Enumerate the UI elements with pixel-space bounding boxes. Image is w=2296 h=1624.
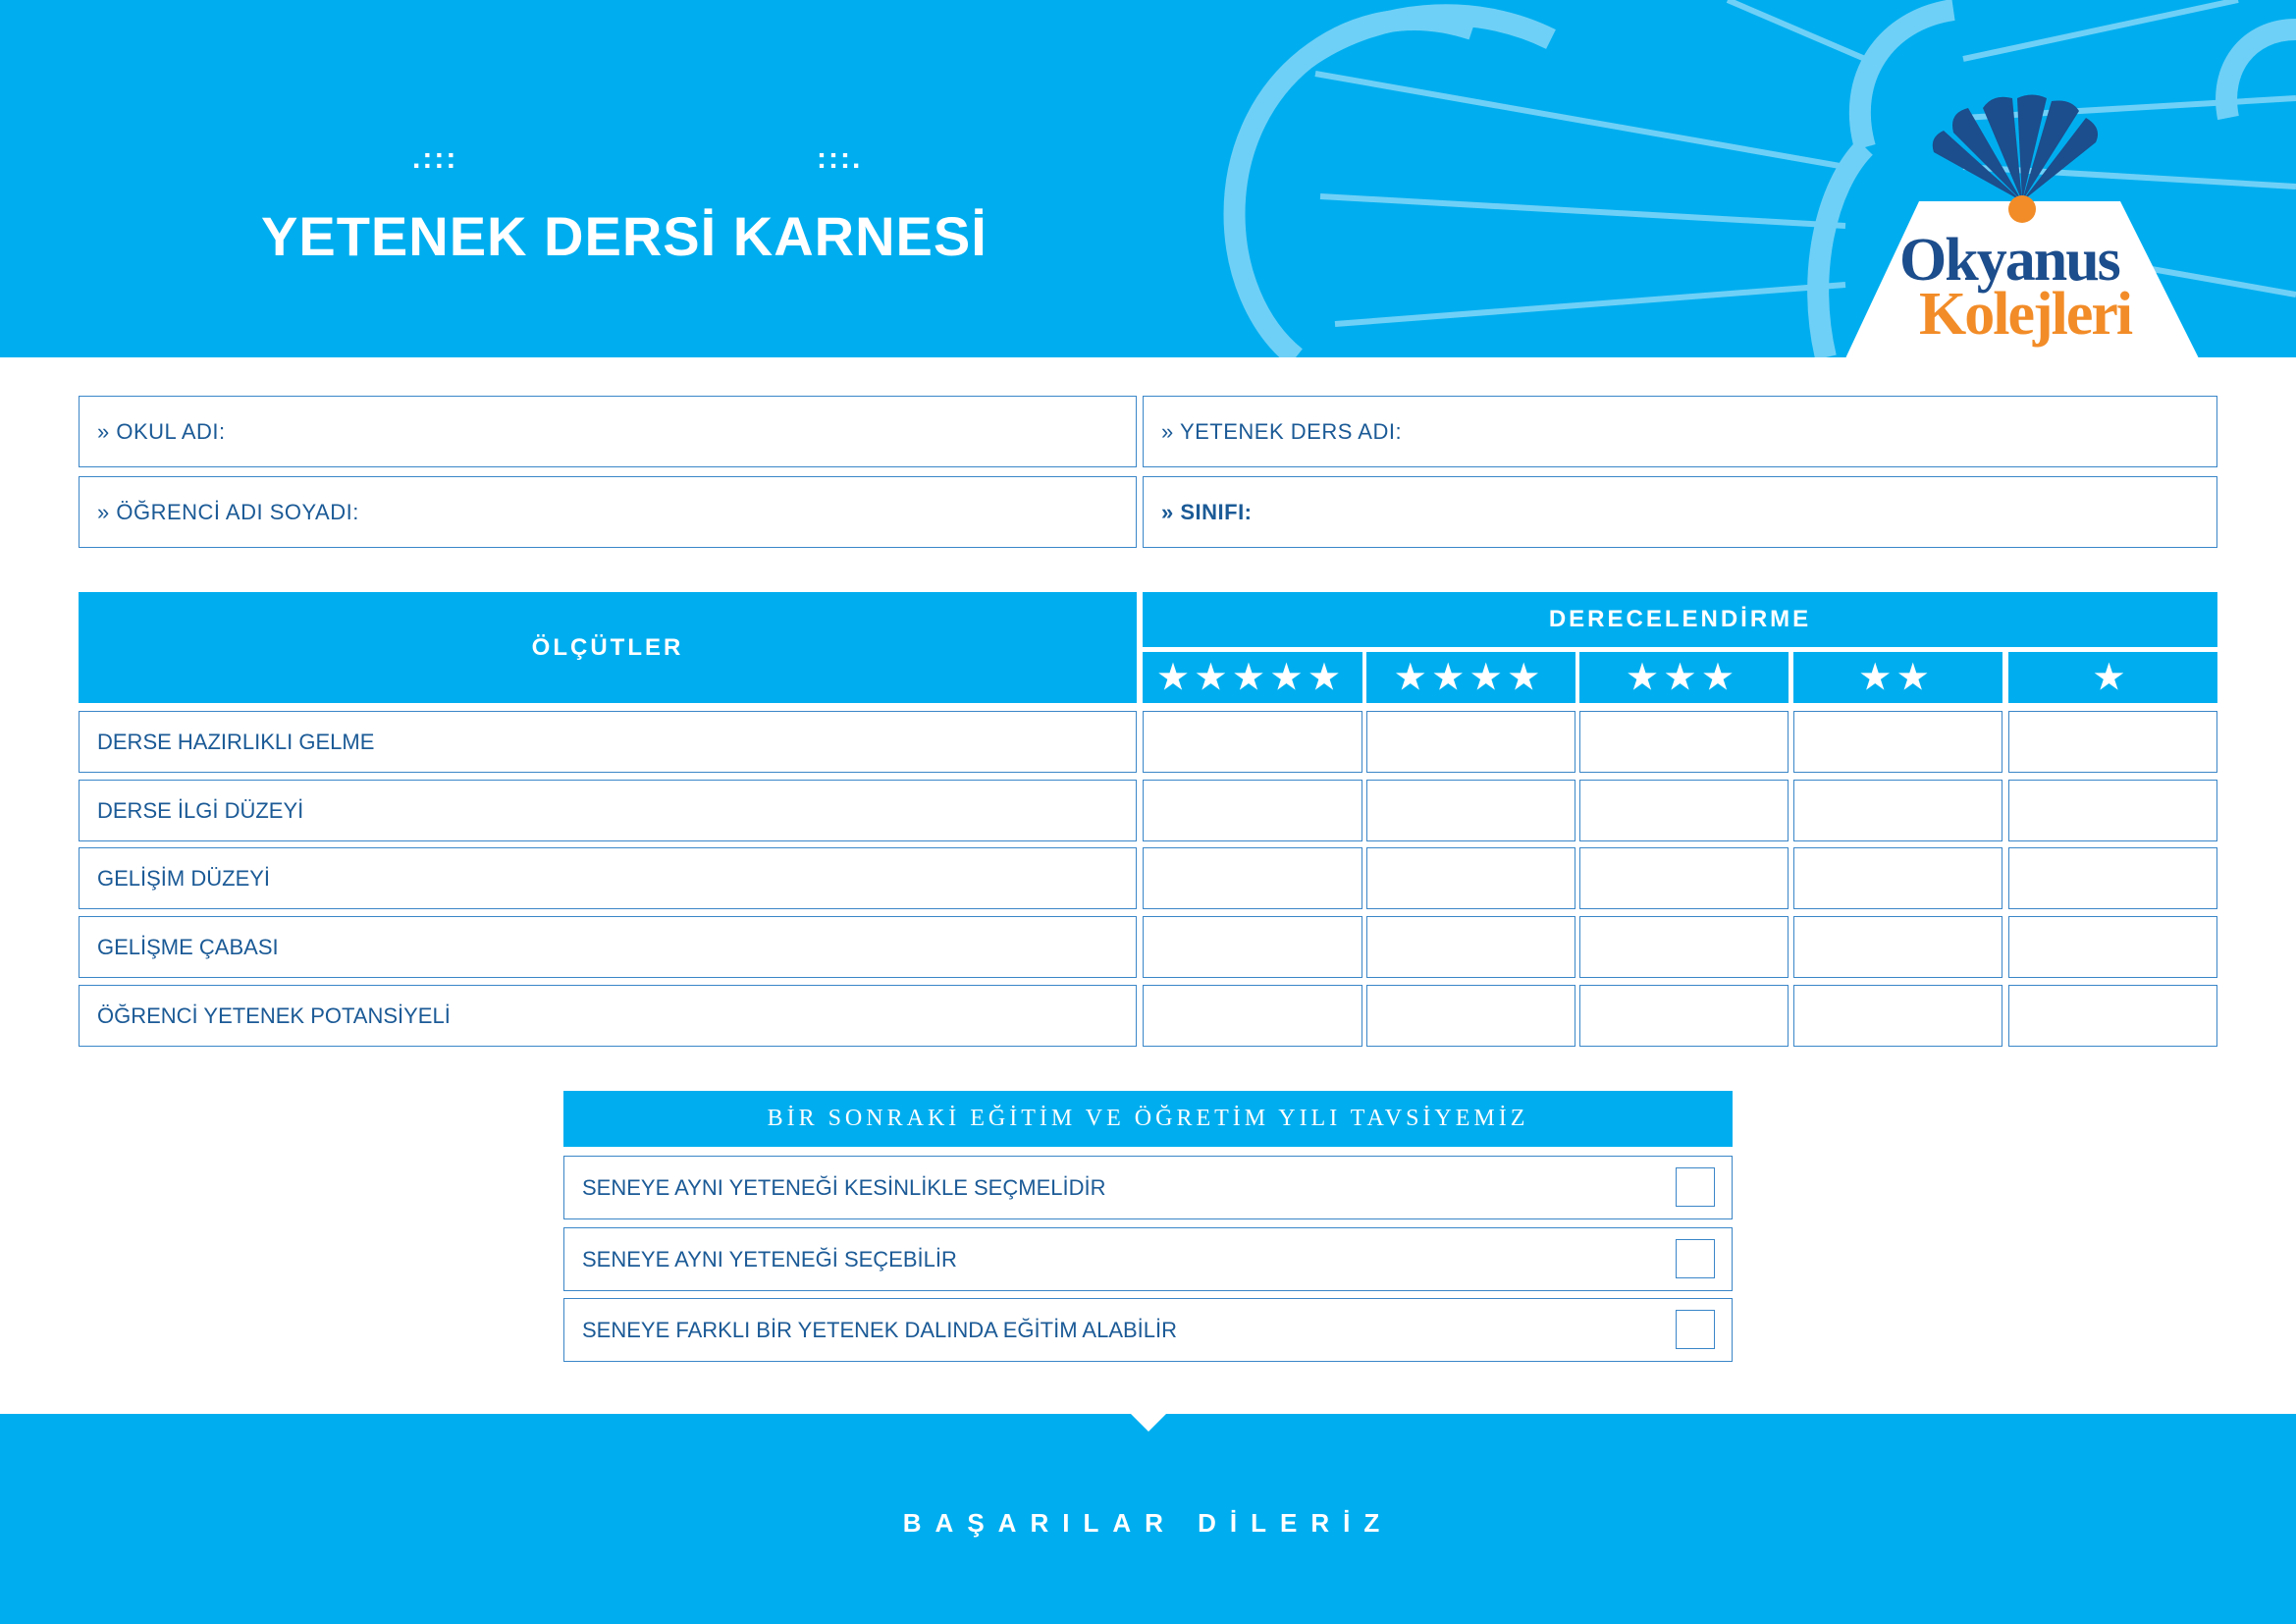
header-banner: .::: :::. YETENEK DERSİ KARNESİ Okyanus … (0, 0, 2296, 357)
criteria-header: ÖLÇÜTLER (79, 592, 1137, 703)
class-field[interactable]: » SINIFI: (1143, 476, 2217, 548)
rating-cell[interactable] (1579, 780, 1789, 841)
rating-cell[interactable] (2008, 847, 2217, 909)
criteria-label: GELİŞME ÇABASI (97, 934, 279, 959)
recommendation-option-label: SENEYE AYNI YETENEĞİ SEÇEBİLİR (582, 1246, 957, 1272)
criteria-row: GELİŞME ÇABASI (79, 916, 1137, 978)
recommendation-option[interactable]: SENEYE AYNI YETENEĞİ SEÇEBİLİR (563, 1227, 1733, 1291)
criteria-row: GELİŞİM DÜZEYİ (79, 847, 1137, 909)
talent-course-label: » YETENEK DERS ADI: (1161, 418, 1403, 444)
rating-cell[interactable] (2008, 916, 2217, 978)
talent-course-field[interactable]: » YETENEK DERS ADI: (1143, 396, 2217, 467)
title-dots-right: :::. (817, 142, 863, 175)
recommendation-option-label: SENEYE AYNI YETENEĞİ KESİNLİKLE SEÇMELİD… (582, 1174, 1106, 1200)
page-title: YETENEK DERSİ KARNESİ (261, 205, 988, 267)
rating-cell[interactable] (1793, 780, 2002, 841)
recommendation-checkbox[interactable] (1676, 1310, 1715, 1349)
rating-cell[interactable] (2008, 780, 2217, 841)
recommendation-option-label: SENEYE FARKLI BİR YETENEK DALINDA EĞİTİM… (582, 1317, 1178, 1342)
rating-header: DERECELENDİRME (1143, 592, 2217, 647)
rating-cell[interactable] (2008, 711, 2217, 773)
rating-cell[interactable] (1143, 985, 1362, 1047)
rating-cell[interactable] (1579, 711, 1789, 773)
rating-cell[interactable] (1366, 711, 1575, 773)
title-dots-left: .::: (412, 142, 458, 175)
rating-cell[interactable] (1143, 916, 1362, 978)
logo-text-kolejleri: Kolejleri (1919, 281, 2133, 348)
rating-cell[interactable] (1579, 847, 1789, 909)
school-name-field[interactable]: » OKUL ADI: (79, 396, 1137, 467)
recommendation-option[interactable]: SENEYE FARKLI BİR YETENEK DALINDA EĞİTİM… (563, 1298, 1733, 1362)
school-name-label: » OKUL ADI: (97, 418, 226, 444)
recommendation-header: BİR SONRAKİ EĞİTİM VE ÖĞRETİM YILI TAVSİ… (563, 1091, 1733, 1147)
rating-3-stars: ★★★ (1579, 652, 1789, 703)
recommendation-checkbox[interactable] (1676, 1239, 1715, 1278)
recommendation-checkbox[interactable] (1676, 1167, 1715, 1207)
criteria-row: DERSE İLGİ DÜZEYİ (79, 780, 1137, 841)
rating-cell[interactable] (1366, 847, 1575, 909)
rating-4-stars: ★★★★ (1366, 652, 1575, 703)
criteria-row: DERSE HAZIRLIKLI GELME (79, 711, 1137, 773)
student-name-label: » ÖĞRENCİ ADI SOYADI: (97, 499, 359, 524)
rating-cell[interactable] (1143, 780, 1362, 841)
rating-cell[interactable] (1143, 847, 1362, 909)
criteria-label: DERSE HAZIRLIKLI GELME (97, 729, 375, 754)
rating-cell[interactable] (1579, 985, 1789, 1047)
rating-cell[interactable] (1143, 711, 1362, 773)
rating-2-stars: ★★ (1793, 652, 2002, 703)
rating-cell[interactable] (1366, 780, 1575, 841)
rating-cell[interactable] (1793, 916, 2002, 978)
rating-cell[interactable] (1366, 985, 1575, 1047)
student-name-field[interactable]: » ÖĞRENCİ ADI SOYADI: (79, 476, 1137, 548)
rating-cell[interactable] (1579, 916, 1789, 978)
class-label: » SINIFI: (1161, 499, 1253, 524)
criteria-label: DERSE İLGİ DÜZEYİ (97, 797, 304, 823)
rating-cell[interactable] (1793, 847, 2002, 909)
rating-cell[interactable] (1366, 916, 1575, 978)
rating-cell[interactable] (2008, 985, 2217, 1047)
footer-message: BAŞARILAR DİLERİZ (902, 1508, 1394, 1538)
recommendation-option[interactable]: SENEYE AYNI YETENEĞİ KESİNLİKLE SEÇMELİD… (563, 1156, 1733, 1219)
rating-5-stars: ★★★★★ (1143, 652, 1362, 703)
rating-cell[interactable] (1793, 985, 2002, 1047)
rating-1-star: ★ (2008, 652, 2217, 703)
criteria-label: GELİŞİM DÜZEYİ (97, 865, 271, 891)
criteria-label: ÖĞRENCİ YETENEK POTANSİYELİ (97, 1002, 451, 1028)
rating-cell[interactable] (1793, 711, 2002, 773)
footer-notch (1131, 1414, 1166, 1432)
criteria-row: ÖĞRENCİ YETENEK POTANSİYELİ (79, 985, 1137, 1047)
